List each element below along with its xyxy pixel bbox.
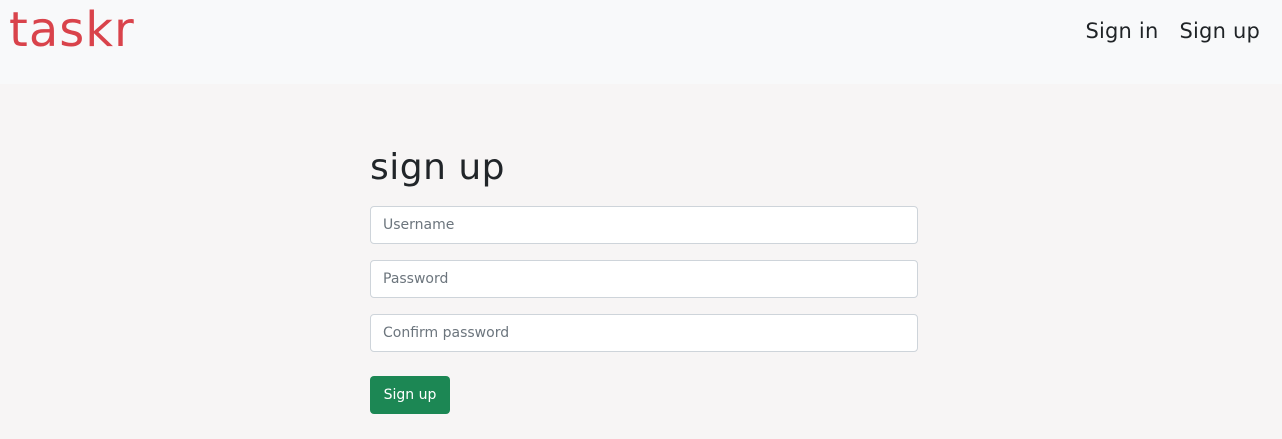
signup-panel: sign up Sign up [370, 140, 918, 414]
signup-form: Sign up [370, 206, 918, 414]
nav-sign-up-link[interactable]: Sign up [1179, 16, 1260, 46]
confirm-password-input[interactable] [370, 314, 918, 352]
nav-sign-in-link[interactable]: Sign in [1085, 16, 1158, 46]
navbar: taskr Sign in Sign up [0, 0, 1282, 84]
page-title: sign up [370, 147, 506, 188]
brand-logo[interactable]: taskr [9, 0, 135, 62]
password-input[interactable] [370, 260, 918, 298]
sign-up-button[interactable]: Sign up [370, 376, 450, 414]
username-input[interactable] [370, 206, 918, 244]
nav-links: Sign in Sign up [1085, 16, 1260, 46]
